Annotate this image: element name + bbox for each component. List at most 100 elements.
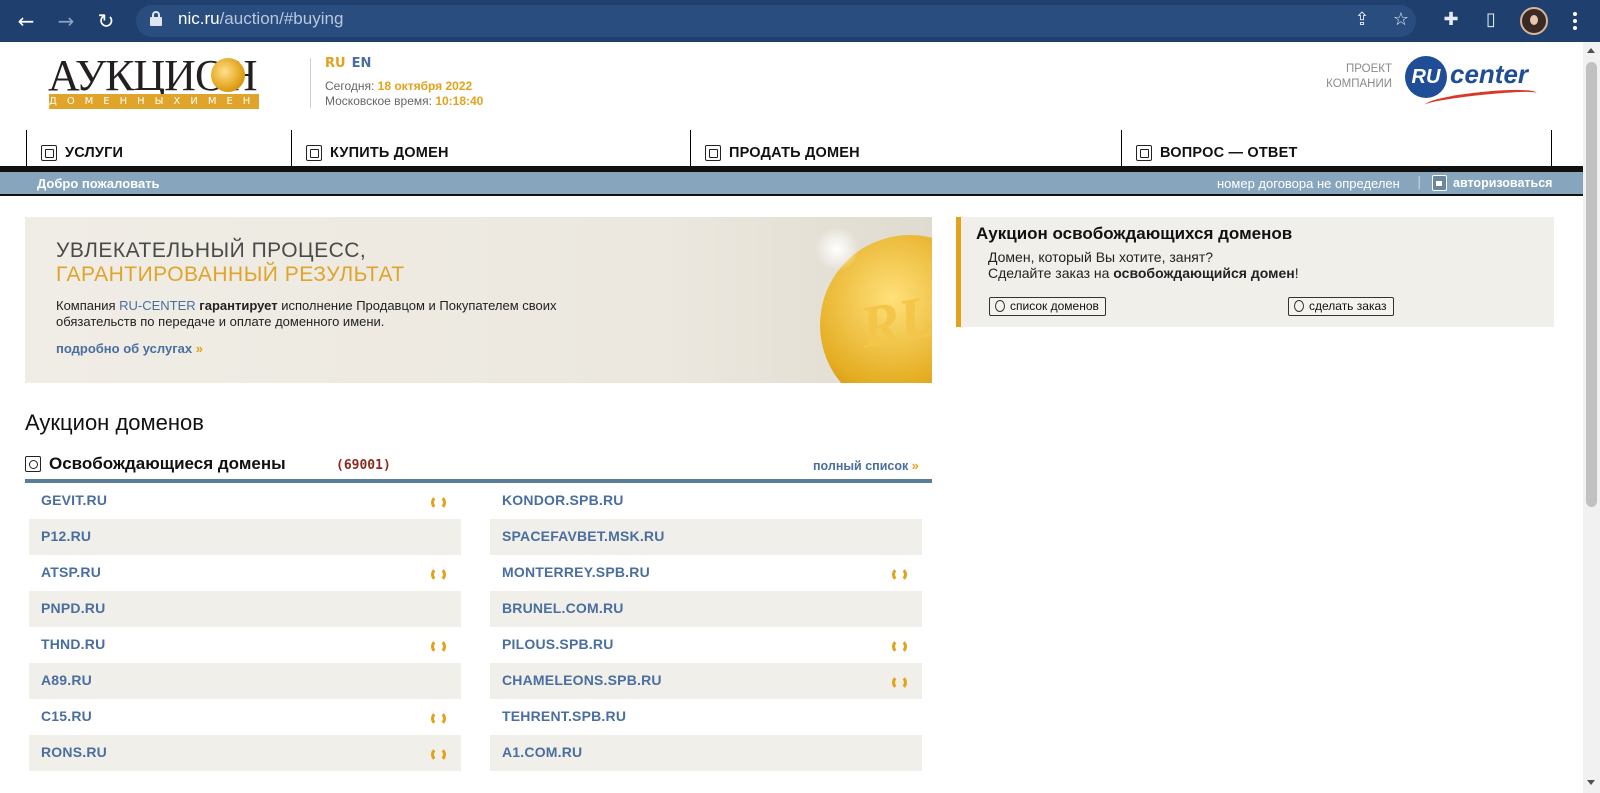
domain-link[interactable]: P12.RU [41, 528, 91, 544]
list-item[interactable]: BRUNEL.COM.RU [490, 591, 922, 627]
strip-separator: | [1417, 175, 1422, 190]
browser-toolbar: ← → ↻ nic.ru/auction/#buying ⇪ ☆ ✚ ▯ [0, 0, 1600, 42]
sell-icon [705, 145, 721, 161]
login-lock-icon[interactable] [1432, 175, 1447, 191]
menu-label: ПРОДАТЬ ДОМЕН [729, 145, 860, 161]
domain-link[interactable]: A89.RU [41, 672, 92, 688]
domain-link[interactable]: RONS.RU [41, 744, 107, 760]
sidepanel-icon[interactable]: ▯ [1480, 9, 1502, 31]
banner-bold: гарантирует [199, 298, 278, 313]
list-item[interactable]: ATSP.RU [29, 555, 461, 591]
url-text[interactable]: nic.ru/auction/#buying [178, 9, 343, 29]
section-title: Освобождающиеся домены [49, 454, 286, 473]
rucenter-logo[interactable]: RU center [1405, 54, 1538, 112]
renew-icon [431, 495, 446, 510]
logo-sun-icon [211, 58, 245, 92]
main-menu: УСЛУГИ КУПИТЬ ДОМЕН ПРОДАТЬ ДОМЕН ВОПРОС… [26, 130, 1552, 166]
domain-link[interactable]: ATSP.RU [41, 564, 101, 580]
lang-ru[interactable]: RU [325, 56, 346, 71]
list-item[interactable]: SPACEFAVBET.MSK.RU [490, 519, 922, 555]
list-item[interactable]: CHAMELEONS.SPB.RU [490, 663, 922, 699]
full-list-link[interactable]: полный список » [813, 459, 919, 473]
domain-link[interactable]: TEHRENT.SPB.RU [502, 708, 626, 724]
share-icon[interactable]: ⇪ [1351, 9, 1373, 31]
menu-item-services[interactable]: УСЛУГИ [26, 130, 291, 166]
domain-link[interactable]: BRUNEL.COM.RU [502, 600, 624, 616]
faq-icon [1136, 145, 1152, 161]
menu-icon[interactable] [1572, 10, 1578, 32]
scroll-up-icon[interactable] [1587, 48, 1595, 53]
domain-count: (69001) [336, 458, 391, 473]
menu-item-sell-domain[interactable]: ПРОДАТЬ ДОМЕН [690, 130, 1116, 166]
domain-link[interactable]: PNPD.RU [41, 600, 105, 616]
time-label: Московское время: [325, 94, 436, 108]
banner-brand: RU-CENTER [119, 298, 196, 313]
list-item[interactable]: A89.RU [29, 663, 461, 699]
list-icon [995, 300, 1005, 312]
renew-icon [431, 711, 446, 726]
more-about-services-link[interactable]: подробно об услугах » [56, 341, 203, 356]
scroll-down-icon[interactable] [1587, 780, 1595, 785]
domain-link[interactable]: CHAMELEONS.SPB.RU [502, 672, 662, 688]
expiring-auction-panel: Аукцион освобождающихся доменов Домен, к… [956, 217, 1554, 327]
full-list-text: полный список [813, 459, 909, 473]
project-line2: КОМПАНИИ [1326, 78, 1392, 90]
more-link-text: подробно об услугах [56, 341, 193, 356]
login-link[interactable]: авторизоваться [1453, 176, 1552, 190]
list-item[interactable]: MONTERREY.SPB.RU [490, 555, 922, 591]
domain-link[interactable]: C15.RU [41, 708, 92, 724]
url-path: /auction/#buying [219, 9, 344, 28]
list-item[interactable]: RONS.RU [29, 735, 461, 771]
list-item[interactable]: KONDOR.SPB.RU [490, 483, 922, 519]
renew-icon [431, 747, 446, 762]
renew-icon [892, 639, 907, 654]
date-time: Сегодня: 18 октября 2022 Московское врем… [325, 79, 483, 109]
domain-link[interactable]: KONDOR.SPB.RU [502, 492, 624, 508]
menu-item-faq[interactable]: ВОПРОС — ОТВЕТ [1121, 130, 1552, 166]
list-item[interactable]: P12.RU [29, 519, 461, 555]
project-caption: ПРОЕКТ КОМПАНИИ [1300, 62, 1392, 92]
extensions-icon[interactable]: ✚ [1440, 9, 1462, 31]
domain-link[interactable]: THND.RU [41, 636, 105, 652]
list-item[interactable]: GEVIT.RU [29, 483, 461, 519]
scrollbar[interactable] [1583, 42, 1600, 793]
header-divider [310, 58, 311, 108]
domain-link[interactable]: A1.COM.RU [502, 744, 582, 760]
lang-en[interactable]: EN [352, 56, 372, 71]
services-icon [41, 145, 57, 161]
contract-status: номер договора не определен [1217, 176, 1400, 191]
page: АУКЦИОН ДОМЕННЫХИМЕН RU EN Сегодня: 18 ок… [0, 42, 1583, 793]
today-value: 18 октября 2022 [377, 79, 473, 93]
panel-line-2: Сделайте заказ на освобождающийся домен! [988, 265, 1299, 281]
language-switch: RU EN [325, 56, 371, 71]
domain-list-button[interactable]: список доменов [989, 297, 1106, 316]
menu-label: КУПИТЬ ДОМЕН [330, 145, 449, 161]
renew-icon [431, 639, 446, 654]
domain-link[interactable]: MONTERREY.SPB.RU [502, 564, 650, 580]
domain-link[interactable]: SPACEFAVBET.MSK.RU [502, 528, 665, 544]
list-item[interactable]: C15.RU [29, 699, 461, 735]
forward-icon[interactable]: → [54, 9, 78, 33]
more-arrow-icon: » [195, 341, 203, 356]
avatar[interactable] [1520, 7, 1548, 35]
banner-text-pre: Компания [56, 298, 120, 313]
site-logo[interactable]: АУКЦИОН ДОМЕННЫХИМЕН [48, 54, 263, 110]
lock-icon[interactable] [150, 11, 162, 26]
domain-link[interactable]: GEVIT.RU [41, 492, 107, 508]
back-icon[interactable]: ← [14, 9, 38, 33]
scrollbar-thumb[interactable] [1586, 62, 1597, 507]
list-item[interactable]: A1.COM.RU [490, 735, 922, 771]
domain-link[interactable]: PILOUS.SPB.RU [502, 636, 614, 652]
place-order-button[interactable]: сделать заказ [1288, 297, 1394, 316]
panel-line-2-post: ! [1294, 265, 1299, 281]
menu-item-buy-domain[interactable]: КУПИТЬ ДОМЕН [291, 130, 690, 166]
star-icon[interactable]: ☆ [1390, 9, 1412, 31]
panel-line-2-pre: Сделайте заказ на [988, 265, 1114, 281]
rucenter-logo-center: center [1450, 59, 1529, 89]
list-item[interactable]: PILOUS.SPB.RU [490, 627, 922, 663]
list-item[interactable]: TEHRENT.SPB.RU [490, 699, 922, 735]
reload-icon[interactable]: ↻ [94, 9, 118, 33]
panel-title: Аукцион освобождающихся доменов [976, 224, 1293, 243]
list-item[interactable]: THND.RU [29, 627, 461, 663]
list-item[interactable]: PNPD.RU [29, 591, 461, 627]
